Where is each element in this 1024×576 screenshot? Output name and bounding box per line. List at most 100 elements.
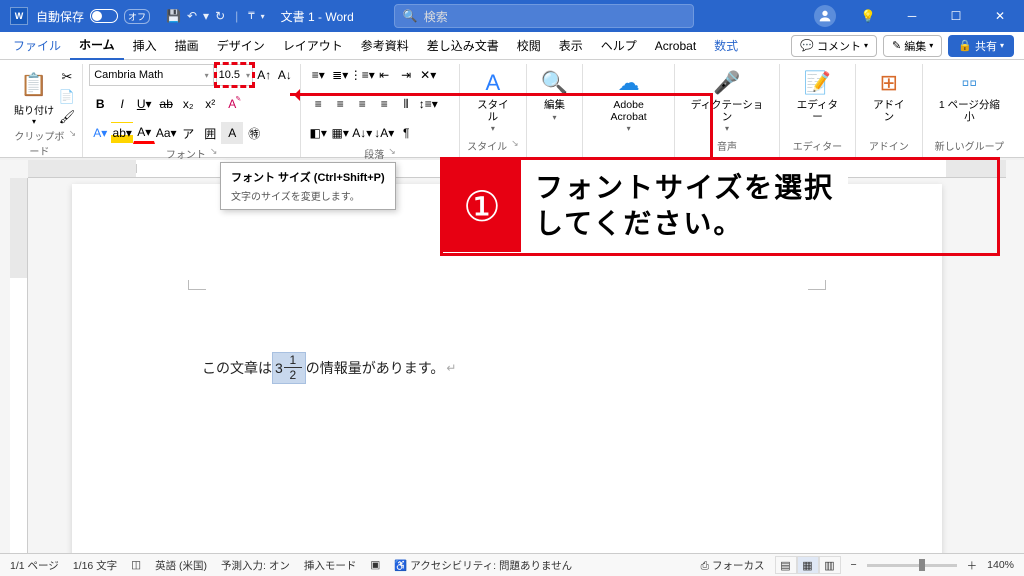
save-icon[interactable]: 💾 [166,9,181,23]
vertical-ruler[interactable] [10,178,28,553]
help-lightbulb-icon[interactable]: 💡 [848,0,888,32]
tab-design[interactable]: デザイン [208,32,274,60]
line-spacing-icon[interactable]: ↕≡▾ [417,93,439,115]
sort2-icon[interactable]: ↓A▾ [373,122,395,144]
justify-icon[interactable]: ≡ [373,93,395,115]
underline-icon[interactable]: U▾ [133,93,155,115]
tab-home[interactable]: ホーム [70,32,124,60]
comments-button[interactable]: 💬 コメント ▾ [791,35,877,57]
bullets-icon[interactable]: ≡▾ [307,64,329,86]
zoom-out-icon[interactable]: − [851,559,857,571]
styles-launcher-icon[interactable]: ↘ [511,138,519,153]
minimize-icon[interactable]: ─ [892,0,932,32]
status-page[interactable]: 1/1 ページ [10,558,59,573]
subscript-icon[interactable]: x₂ [177,93,199,115]
tab-acrobat[interactable]: Acrobat [646,32,705,60]
align-right-icon[interactable]: ≡ [351,93,373,115]
text-effects-icon[interactable]: A▾ [89,122,111,144]
tab-draw[interactable]: 描画 [166,32,208,60]
view-web-icon[interactable]: ▥ [819,556,841,574]
distributed-icon[interactable]: ⫴ [395,93,417,115]
dictation-button[interactable]: 🎤ディクテーション▾ [681,64,773,136]
shading-icon[interactable]: ◧▾ [307,122,329,144]
numbering-icon[interactable]: ≣▾ [329,64,351,86]
italic-icon[interactable]: I [111,93,133,115]
status-macro-icon[interactable]: ▣ [370,559,380,571]
shrink-font-icon[interactable]: A↓ [276,64,295,86]
superscript-icon[interactable]: x² [199,93,221,115]
copy-icon[interactable]: 📄 [58,88,76,106]
undo-icon[interactable]: ↶ [187,9,197,23]
strike-icon[interactable]: ab [155,93,177,115]
char-shading-icon[interactable]: A [221,122,243,144]
font-color-icon[interactable]: A▾ [133,122,155,144]
redo-icon[interactable]: ↻ [215,9,225,23]
borders-icon[interactable]: ▦▾ [329,122,351,144]
editor-button[interactable]: 📝エディター [786,64,849,136]
dec-indent-icon[interactable]: ⇤ [373,64,395,86]
font-launcher-icon[interactable]: ↘ [210,146,218,161]
qat-dropdown2-icon[interactable]: ▾ [261,12,265,21]
tab-file[interactable]: ファイル [4,32,70,60]
tab-equation[interactable]: 数式 [705,32,747,60]
tab-insert[interactable]: 挿入 [124,32,166,60]
maximize-icon[interactable]: ☐ [936,0,976,32]
grow-font-icon[interactable]: A↑ [255,64,274,86]
show-marks-icon[interactable]: ¶ [395,122,417,144]
change-case-icon[interactable]: Aa▾ [155,122,177,144]
paragraph-launcher-icon[interactable]: ↘ [388,146,396,161]
font-name-combo[interactable]: Cambria Math▾ [89,64,213,86]
tab-help[interactable]: ヘルプ [592,32,646,60]
align-left-icon[interactable]: ≡ [307,93,329,115]
paste-button[interactable]: 📋 貼り付け ▾ [14,64,54,126]
enclose-char-icon[interactable]: ㊕ [243,122,265,144]
asian-layout-icon[interactable]: ✕▾ [417,64,439,86]
close-icon[interactable]: ✕ [980,0,1020,32]
tab-view[interactable]: 表示 [550,32,592,60]
zoom-slider[interactable] [867,564,957,567]
font-size-combo[interactable]: 10.5▾ [216,64,253,86]
align-center-icon[interactable]: ≡ [329,93,351,115]
zoom-in-icon[interactable]: ＋ [967,558,978,573]
view-print-icon[interactable]: ▦ [797,556,819,574]
toggle-switch[interactable] [90,9,118,23]
char-border-icon[interactable]: 囲 [199,122,221,144]
qat-extra-icon[interactable]: ₸ [248,11,254,22]
status-predict[interactable]: 予測入力: オン [221,558,290,573]
styles-button[interactable]: Aスタイル▾ [466,64,520,136]
cut-icon[interactable]: ✂ [58,68,76,86]
share-button[interactable]: 🔒 共有 ▾ [948,35,1014,57]
clear-format-icon[interactable]: A✎ [221,93,243,115]
bold-icon[interactable]: B [89,93,111,115]
tab-mailings[interactable]: 差し込み文書 [418,32,508,60]
qat-dropdown-icon[interactable]: ▾ [203,9,209,23]
find-button[interactable]: 🔍編集▾ [533,64,576,136]
autosave-toggle[interactable]: 自動保存 オフ [36,8,150,25]
status-text-prop-icon[interactable]: ◫ [131,559,141,571]
view-read-icon[interactable]: ▤ [775,556,797,574]
search-box[interactable]: 🔍 検索 [394,4,694,28]
account-avatar-icon[interactable] [814,5,836,27]
status-accessibility[interactable]: ♿ アクセシビリティ: 問題ありません [394,558,572,573]
status-word-count[interactable]: 1/16 文字 [73,558,117,573]
inc-indent-icon[interactable]: ⇥ [395,64,417,86]
highlight-icon[interactable]: ab▾ [111,122,133,144]
addins-button[interactable]: ⊞アドイン [862,64,916,136]
multilevel-icon[interactable]: ⋮≡▾ [351,64,373,86]
sort-icon[interactable]: A↓▾ [351,122,373,144]
shrink-one-page-button[interactable]: ▫▫1 ページ分縮小 [929,64,1010,136]
format-painter-icon[interactable]: 🖌 [58,108,76,126]
tab-review[interactable]: 校閲 [508,32,550,60]
focus-mode-button[interactable]: ⎙ フォーカス [701,558,765,573]
status-language[interactable]: 英語 (米国) [155,558,207,573]
editing-mode-button[interactable]: ✎ 編集 ▾ [883,35,942,57]
tab-layout[interactable]: レイアウト [274,32,352,60]
clipboard-launcher-icon[interactable]: ↘ [69,128,77,158]
phonetic-icon[interactable]: ア [177,122,199,144]
acrobat-button[interactable]: ☁Adobe Acrobat▾ [589,64,668,136]
zoom-level[interactable]: 140% [987,559,1014,571]
tab-references[interactable]: 参考資料 [352,32,418,60]
document-text[interactable]: この文章は 3 1 2 の情報量があります。 ↵ [202,352,456,384]
equation-selection[interactable]: 3 1 2 [272,352,306,384]
status-insert-mode[interactable]: 挿入モード [304,558,357,573]
